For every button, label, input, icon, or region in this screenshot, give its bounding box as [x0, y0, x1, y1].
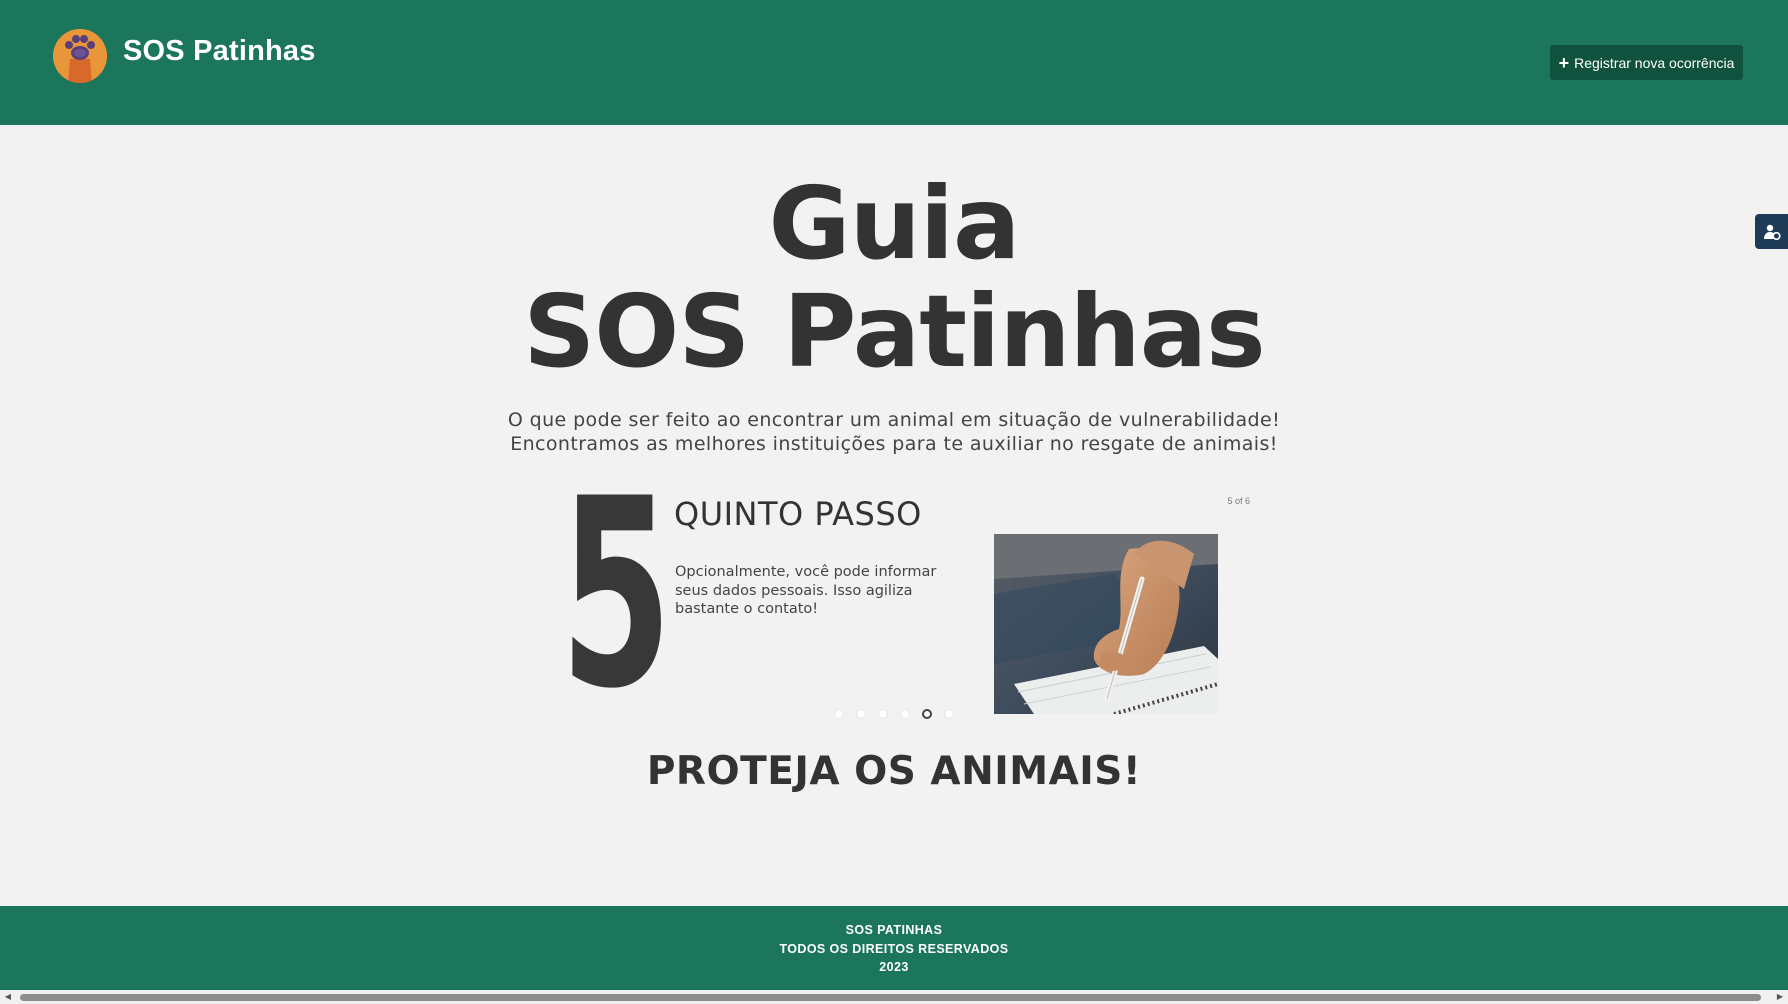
carousel-dot-1[interactable] — [834, 709, 844, 719]
brand-name[interactable]: SOS Patinhas — [123, 35, 316, 68]
site-header: SOS Patinhas + Registrar nova ocorrência — [0, 0, 1788, 125]
carousel-indicators — [834, 709, 954, 719]
scroll-left-arrow-icon[interactable]: ◀ — [2, 992, 14, 1002]
carousel-dot-5[interactable] — [922, 709, 932, 719]
carousel-dot-3[interactable] — [878, 709, 888, 719]
page-title: Guia SOS Patinhas — [0, 170, 1788, 386]
scrollbar-thumb[interactable] — [20, 994, 1761, 1001]
footer-line3: 2023 — [879, 960, 909, 974]
step-title: QUINTO PASSO — [674, 495, 922, 533]
scroll-right-arrow-icon[interactable]: ▶ — [1774, 992, 1786, 1002]
carousel-dot-6[interactable] — [944, 709, 954, 719]
step-number: 5 — [560, 444, 672, 746]
step-description: Opcionalmente, você pode informar seus d… — [675, 564, 937, 617]
slide-counter: 5 of 6 — [1227, 496, 1250, 506]
slide-image-writing — [994, 534, 1218, 714]
carousel-dot-4[interactable] — [900, 709, 910, 719]
subtitle-line1: O que pode ser feito ao encontrar um ani… — [507, 409, 1281, 431]
footer-line1: SOS PATINHAS — [845, 923, 943, 937]
paw-logo-icon[interactable] — [53, 29, 107, 83]
call-to-action-heading: PROTEJA OS ANIMAIS! — [646, 749, 1142, 794]
register-button-label: Registrar nova ocorrência — [1574, 54, 1735, 71]
footer-line2: TODOS OS DIREITOS RESERVADOS — [779, 941, 1009, 956]
page-title-line2: SOS Patinhas — [523, 273, 1265, 390]
subtitle-line2: Encontramos as melhores instituições par… — [510, 433, 1278, 455]
page-subtitle: O que pode ser feito ao encontrar um ani… — [0, 408, 1788, 456]
site-footer: SOS PATINHAS TODOS OS DIREITOS RESERVADO… — [0, 906, 1788, 990]
page-title-line1: Guia — [768, 165, 1020, 282]
plus-icon: + — [1558, 52, 1570, 73]
carousel-dot-2[interactable] — [856, 709, 866, 719]
register-occurrence-button[interactable]: + Registrar nova ocorrência — [1550, 45, 1743, 80]
horizontal-scrollbar[interactable]: ◀ ▶ — [0, 990, 1788, 1004]
